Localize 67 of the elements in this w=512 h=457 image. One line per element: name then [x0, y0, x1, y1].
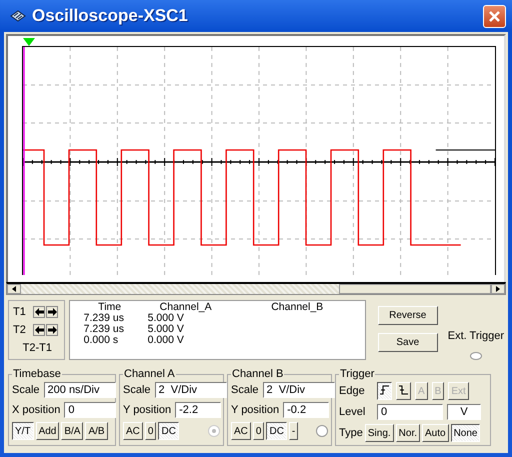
- field-label: Type: [339, 427, 363, 439]
- table-cell-text: 0.000 s: [82, 335, 120, 346]
- field-label: Scale: [12, 384, 40, 396]
- coupling-button[interactable]: AC: [123, 422, 143, 440]
- close-icon: [489, 10, 500, 22]
- type-button[interactable]: Sing.: [364, 424, 394, 442]
- column-header: Time: [97, 302, 122, 313]
- field-label: Y position: [123, 404, 172, 416]
- scroll-right-icon[interactable]: [496, 286, 500, 292]
- edge-button[interactable]: [377, 382, 392, 400]
- coupling-button[interactable]: 0: [144, 422, 156, 440]
- coupling-button[interactable]: DC: [158, 422, 179, 440]
- column-header: Channel_B: [270, 302, 324, 313]
- group-title: Trigger: [339, 368, 376, 380]
- field-label: Y position: [231, 404, 280, 416]
- field-label: X position: [12, 404, 60, 416]
- input-field[interactable]: 0: [64, 402, 116, 418]
- input-field[interactable]: 200 ns/Div: [44, 382, 116, 398]
- radio-button[interactable]: [470, 352, 482, 360]
- ext-trigger-label: Ext. Trigger: [448, 330, 504, 342]
- input-field[interactable]: 2 V/Div: [154, 382, 227, 398]
- invert-button[interactable]: -: [288, 422, 298, 440]
- move-left-button[interactable]: [33, 324, 45, 336]
- column-header: Channel_A: [158, 302, 213, 313]
- table-cell-text: 7.239 us: [82, 324, 125, 335]
- group-title: Channel B: [231, 368, 284, 380]
- mode-button[interactable]: Add: [36, 422, 60, 440]
- unit-field[interactable]: V: [447, 404, 481, 420]
- field-label: Edge: [339, 385, 366, 397]
- type-button[interactable]: Auto: [422, 424, 449, 442]
- cursor-label: T2: [13, 324, 27, 336]
- action-button[interactable]: Reverse: [378, 306, 438, 325]
- rising-edge-icon: [380, 384, 389, 394]
- oscilloscope-app-icon: [10, 10, 26, 22]
- group-title: Channel A: [123, 368, 176, 380]
- coupling-button[interactable]: AC: [231, 422, 251, 440]
- type-button[interactable]: Nor.: [396, 424, 420, 442]
- mode-button[interactable]: Y/T: [12, 422, 34, 440]
- field-label: Level: [339, 406, 366, 418]
- field-label: Scale: [231, 384, 259, 396]
- close-button[interactable]: [483, 4, 506, 28]
- input-field[interactable]: -2.2: [175, 402, 222, 418]
- mode-button[interactable]: B/A: [61, 422, 84, 440]
- input-field[interactable]: 0: [377, 404, 443, 420]
- coupling-button[interactable]: 0: [252, 422, 264, 440]
- coupling-button[interactable]: DC: [266, 422, 287, 440]
- window-title: Oscilloscope-XSC1: [32, 6, 189, 26]
- falling-edge-icon: [399, 384, 408, 394]
- move-right-button[interactable]: [46, 324, 58, 336]
- radio-button[interactable]: [316, 425, 328, 437]
- mode-button[interactable]: A/B: [85, 422, 108, 440]
- type-button[interactable]: None: [450, 424, 480, 442]
- scroll-left-icon[interactable]: [12, 286, 16, 292]
- group-title: Timebase: [12, 368, 62, 380]
- move-right-button[interactable]: [46, 306, 58, 318]
- move-left-button[interactable]: [33, 306, 45, 318]
- table-cell-text: 0.000 V: [146, 335, 185, 346]
- field-label: Scale: [123, 384, 151, 396]
- cursor-diff-label: T2-T1: [22, 342, 53, 354]
- table-cell-text: 5.000 V: [146, 313, 184, 324]
- input-field[interactable]: -0.2: [283, 402, 330, 418]
- scrollbar[interactable]: [6, 282, 506, 295]
- table-cell-text: 7.239 us: [82, 313, 125, 324]
- cursor-label: T1: [13, 306, 27, 318]
- table-cell-text: 5.000 V: [146, 324, 185, 335]
- action-button[interactable]: Save: [378, 333, 438, 352]
- input-field[interactable]: 2 V/Div: [262, 382, 335, 398]
